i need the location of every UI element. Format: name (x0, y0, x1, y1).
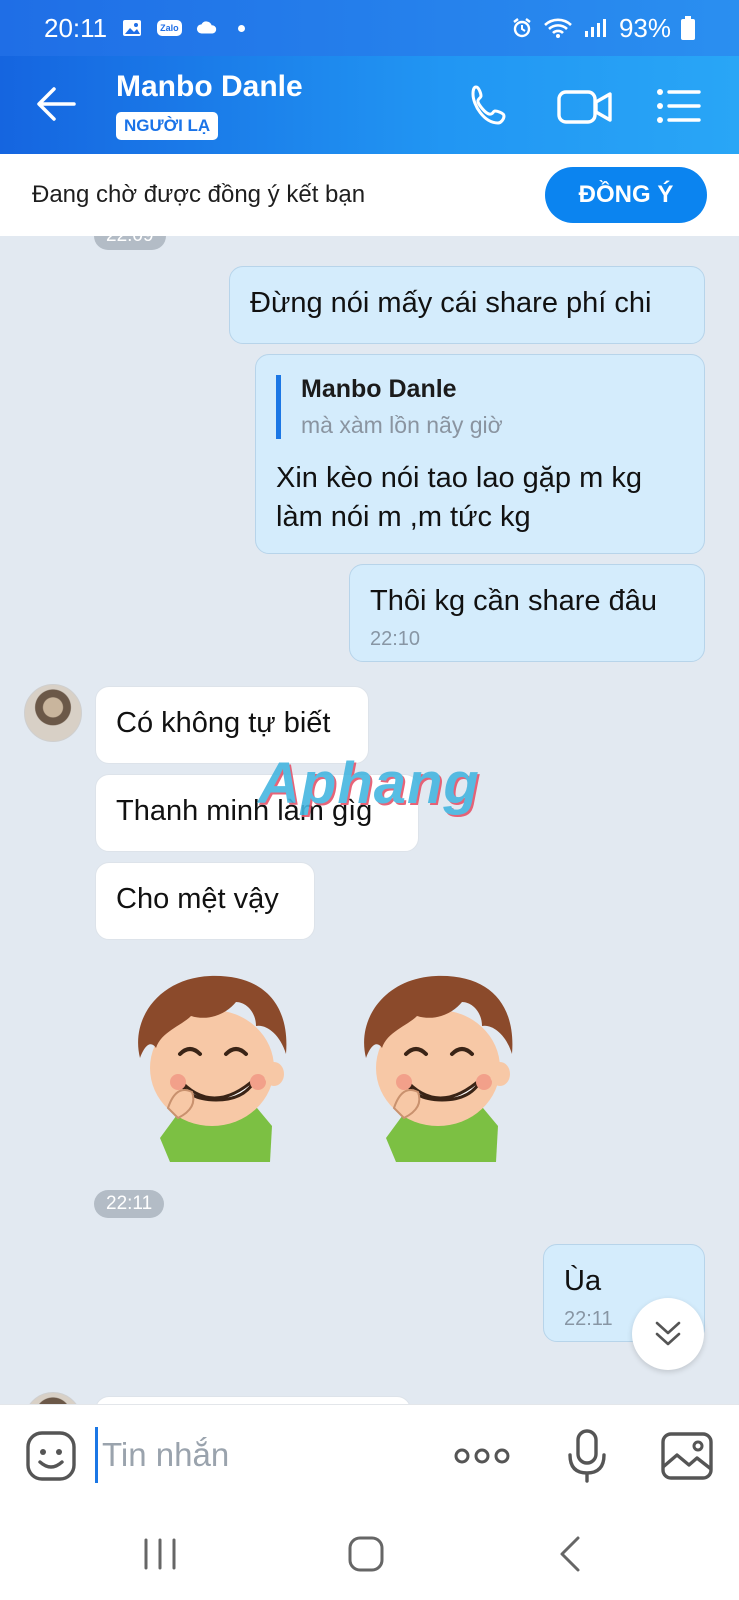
message-text: Có không tự biết (116, 707, 331, 739)
scroll-to-bottom-button[interactable] (632, 1298, 704, 1370)
chevron-down-icon (655, 1321, 681, 1346)
microphone-icon[interactable] (560, 1429, 614, 1483)
message-text: Xin kèo nói tao lao gặp m kg làm nói m ,… (276, 462, 642, 533)
emoji-icon[interactable] (24, 1429, 78, 1483)
sent-message[interactable]: Thôi kg cần share đâu 22:10 (349, 564, 705, 662)
laughing-boy-sticker[interactable] (346, 958, 526, 1168)
message-time: 22:10 (370, 628, 421, 650)
time-chip: 22:11 (94, 1190, 165, 1218)
message-text: Đừng nói mấy cái share phí chi (250, 287, 652, 319)
avatar[interactable] (24, 684, 82, 742)
cloud-icon (196, 21, 216, 34)
battery-icon (681, 16, 695, 40)
avatar[interactable] (24, 1392, 82, 1404)
sent-reply-message[interactable]: Manbo Danle mà xàm lồn nãy giờ Xin kèo n… (255, 354, 705, 554)
sent-message[interactable]: Đừng nói mấy cái share phí chi (229, 266, 705, 344)
friend-request-bar: Đang chờ được đồng ý kết bạn ĐỒNG Ý (0, 154, 739, 236)
accept-friend-button[interactable]: ĐỒNG Ý (545, 167, 707, 223)
status-bar: 20:11 Zalo 93% (0, 0, 739, 56)
menu-icon[interactable] (654, 80, 702, 132)
watermark: Aphang (258, 751, 480, 816)
recent-apps-icon[interactable] (138, 1532, 182, 1576)
video-call-icon[interactable] (556, 80, 616, 132)
home-icon[interactable] (344, 1532, 388, 1576)
message-input-bar (0, 1404, 739, 1504)
contact-name[interactable]: Manbo Danle (116, 70, 303, 104)
received-message[interactable]: Cho mệt vậy (95, 862, 315, 940)
time-chip: 22:09 (94, 236, 166, 250)
friend-request-text: Đang chờ được đồng ý kết bạn (32, 181, 366, 208)
quote-sender: Manbo Danle (301, 375, 457, 403)
system-nav-bar (0, 1504, 739, 1600)
laughing-boy-sticker[interactable] (120, 958, 300, 1168)
chat-header: Manbo Danle NGƯỜI LẠ (0, 56, 739, 154)
image-icon[interactable] (660, 1429, 714, 1483)
stranger-badge: NGƯỜI LẠ (116, 112, 219, 140)
zalo-notification-icon: Zalo (157, 20, 182, 36)
quote-text: mà xàm lồn nãy giờ (301, 412, 503, 438)
received-message[interactable] (95, 1396, 411, 1404)
battery-percent: 93% (618, 12, 671, 43)
message-text: Ùa (564, 1265, 602, 1297)
status-time: 20:11 (44, 12, 108, 43)
reply-quote[interactable]: Manbo Danle mà xàm lồn nãy giờ (276, 375, 684, 439)
message-text: Thôi kg cần share đâu (370, 585, 657, 617)
back-arrow-icon[interactable] (34, 82, 78, 126)
wifi-icon (544, 18, 572, 38)
signal-icon (584, 19, 606, 37)
phone-icon[interactable] (464, 80, 516, 132)
gallery-notification-icon (123, 20, 142, 36)
message-text: Cho mệt vậy (116, 883, 279, 915)
system-back-icon[interactable] (550, 1532, 594, 1576)
more-icon[interactable] (452, 1429, 512, 1483)
alarm-icon (513, 18, 531, 38)
message-input[interactable] (95, 1427, 425, 1483)
notification-dot-icon (237, 24, 245, 32)
chat-area[interactable]: 22:09 Đừng nói mấy cái share phí chi Man… (0, 236, 739, 1404)
